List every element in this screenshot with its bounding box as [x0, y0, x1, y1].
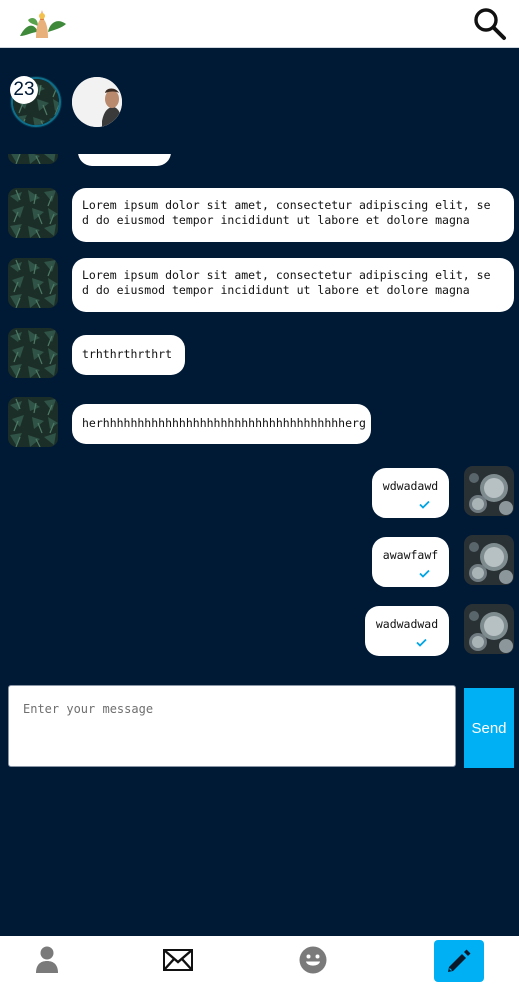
send-button[interactable]: Send: [464, 688, 514, 768]
my-avatar: [464, 604, 514, 654]
search-icon: [474, 8, 506, 40]
sender-avatar: [8, 328, 58, 378]
nav-messages[interactable]: [148, 936, 208, 985]
my-avatar: [464, 466, 514, 516]
sender-avatar: [8, 397, 58, 447]
my-avatar: [464, 535, 514, 585]
message-bubble-outgoing: awawfawf: [372, 537, 449, 587]
message-bubble: Lorem ipsum dolor sit amet, consectetur …: [72, 188, 514, 242]
message-text-line-2: d do eiusmod tempor incididunt ut labore…: [82, 283, 470, 297]
envelope-icon: [163, 949, 193, 971]
message-text: awawfawf: [382, 548, 439, 562]
message-text: wdwadawd: [382, 479, 439, 493]
message-text-line-2: d do eiusmod tempor incididunt ut labore…: [82, 213, 470, 227]
message-bubble: Lorem ipsum dolor sit amet, consectetur …: [72, 258, 514, 312]
top-bar: [0, 0, 519, 48]
pencil-icon: [448, 949, 471, 972]
message-bubble-outgoing: wadwadwad: [365, 606, 449, 656]
message-text: wadwadwad: [375, 617, 439, 631]
message-list[interactable]: Lorem ipsum dolor sit amet, consectetur …: [0, 154, 519, 668]
read-check-icon: [372, 567, 449, 581]
bottom-nav: [0, 936, 519, 985]
nav-compose[interactable]: [434, 940, 484, 982]
message-text-line-1: Lorem ipsum dolor sit amet, consectetur …: [82, 268, 491, 282]
nav-emoji[interactable]: [283, 936, 343, 985]
contacts-strip: [0, 49, 519, 161]
message-bubble: herhhhhhhhhhhhhhhhhhhhhhhhhhhhhhhhhhhher…: [72, 404, 371, 444]
profile-icon: [36, 946, 58, 973]
read-check-icon: [372, 498, 449, 512]
nav-profile[interactable]: [17, 936, 77, 985]
contact-avatar-person[interactable]: [72, 77, 122, 127]
read-check-icon: [365, 636, 449, 650]
message-text: trhthrthrthrt: [82, 347, 173, 361]
sender-avatar: [8, 258, 58, 308]
plant-hand-logo[interactable]: [18, 6, 68, 42]
search-button[interactable]: [470, 4, 510, 42]
smiley-icon: [299, 946, 327, 974]
unread-count-badge: 23: [10, 76, 38, 104]
message-text-line-1: Lorem ipsum dolor sit amet, consectetur …: [82, 198, 491, 212]
message-input[interactable]: [8, 685, 456, 767]
sender-avatar: [8, 188, 58, 238]
message-text: herhhhhhhhhhhhhhhhhhhhhhhhhhhhhhhhhhhher…: [82, 416, 366, 430]
message-bubble: [78, 154, 171, 166]
sender-avatar: [8, 154, 58, 164]
message-bubble-outgoing: wdwadawd: [372, 468, 449, 518]
message-bubble: trhthrthrthrt: [72, 335, 185, 375]
message-composer: [8, 685, 456, 767]
